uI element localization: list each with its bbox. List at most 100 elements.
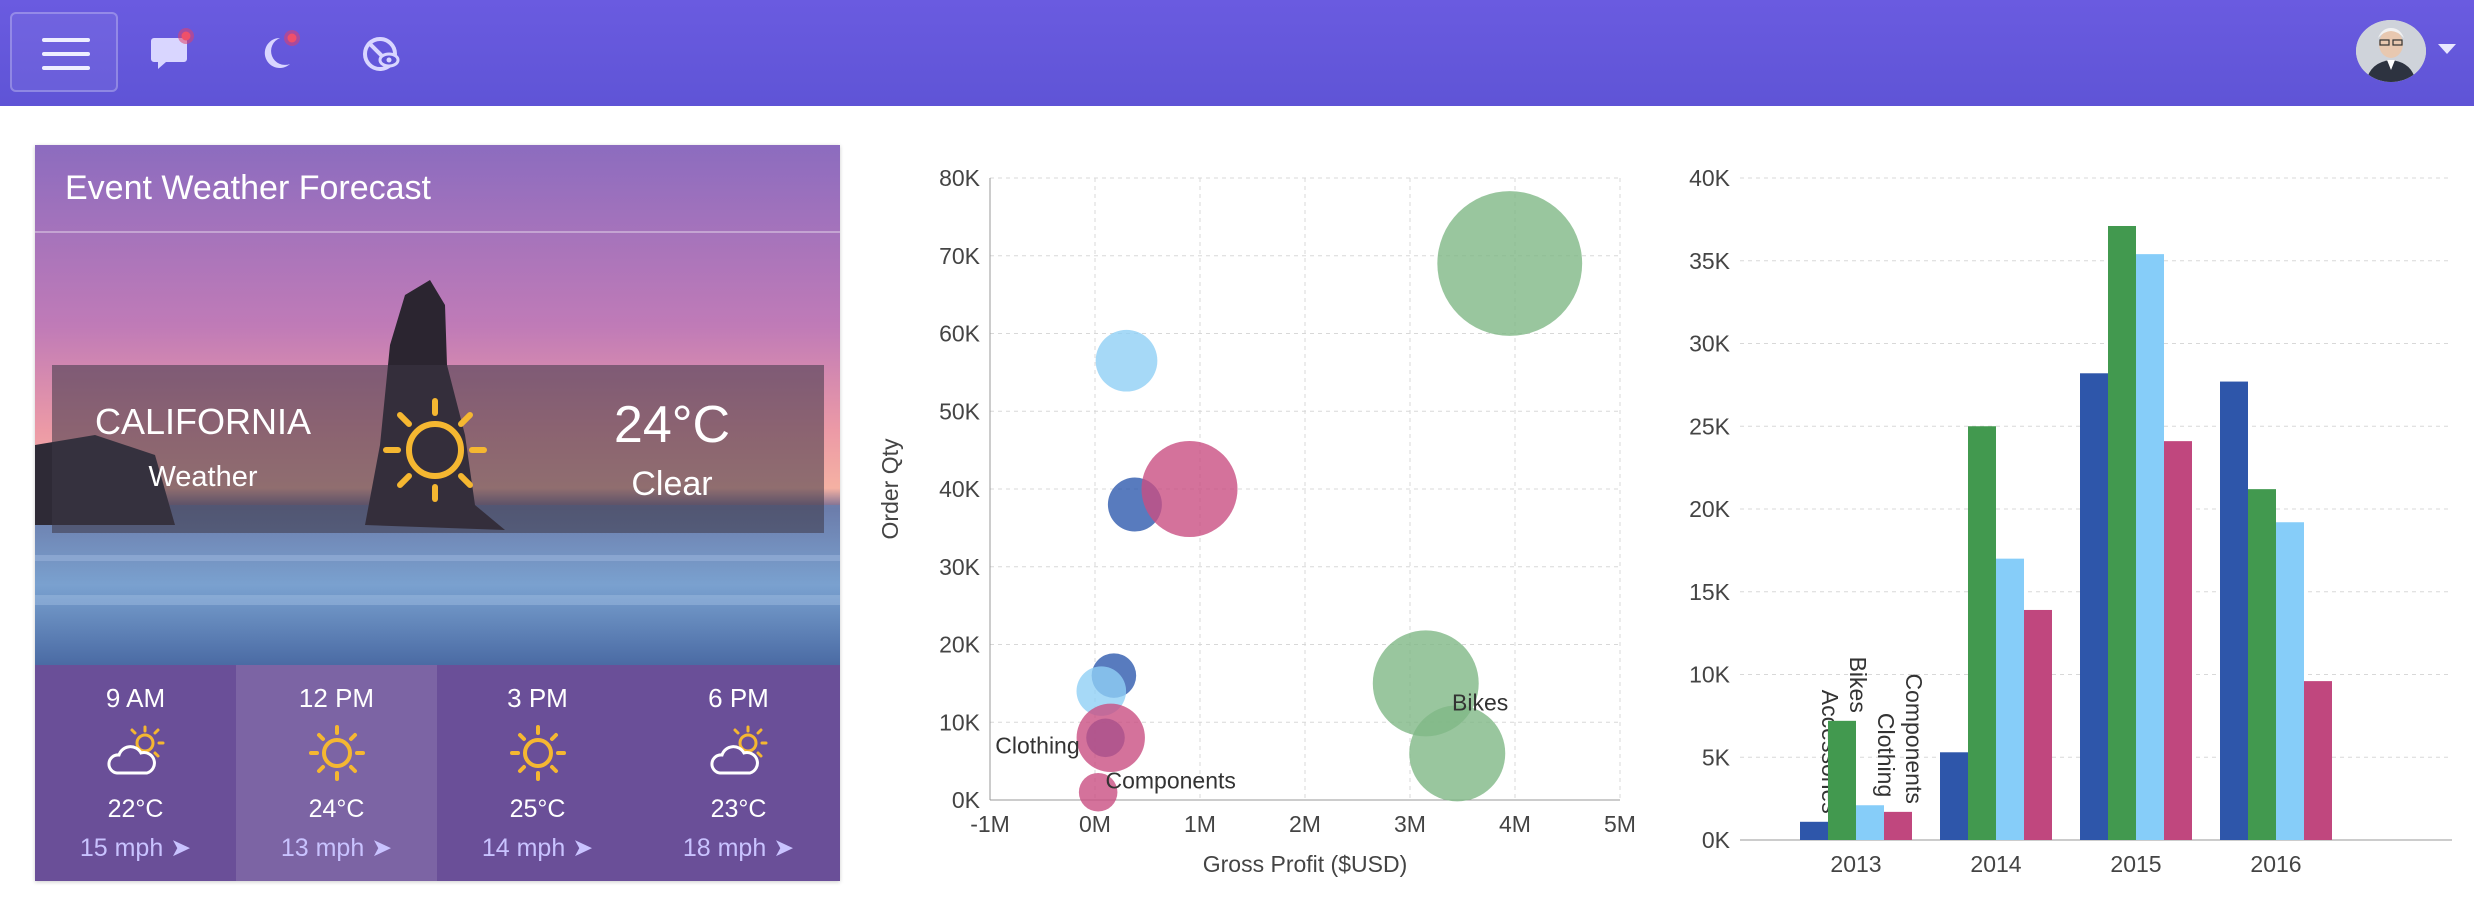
user-avatar[interactable] [2356,20,2426,82]
x-tick-label: -1M [970,811,1010,837]
bar-chart: 0K5K10K15K20K25K30K35K40KAccessoriesBike… [1689,165,2452,877]
x-tick-label: 2M [1289,811,1321,837]
wind-arrow-icon: ➤ [170,834,192,862]
forecast-item: 3 PM 25°C 14 mph ➤ [437,665,638,881]
forecast-temperature: 23°C [710,795,767,823]
series-label: Bikes [1845,657,1871,713]
x-tick-label: 5M [1604,811,1636,837]
x-axis-label: Gross Profit ($USD) [1203,851,1407,877]
wind-speed: 14 mph [481,834,566,862]
forecast-item: 12 PM 24°C 13 mph ➤ [236,665,437,881]
y-tick-label: 25K [1689,413,1731,439]
bar [2164,441,2192,840]
forecast-temperature: 25°C [509,795,566,823]
top-bar [0,0,2474,106]
x-tick-label: 1M [1184,811,1216,837]
bar [2248,489,2276,840]
chat-icon[interactable] [148,26,200,78]
bubble-point [1437,191,1583,336]
forecast-time: 12 PM [298,683,375,713]
series-label: Components [1901,673,1927,803]
eye-off-icon[interactable] [356,26,408,78]
wind-speed: 15 mph [79,834,164,862]
x-tick-label: 2013 [1830,851,1881,877]
x-tick-label: 2014 [1970,851,2021,877]
forecast-item: 6 PM 23°C 18 mph ➤ [638,665,839,881]
bar [2304,681,2332,840]
x-tick-label: 4M [1499,811,1531,837]
current-weather-panel: CALIFORNIA Weather 24°C Clear [52,365,824,533]
y-tick-label: 40K [939,476,981,502]
weather-card-title: Event Weather Forecast [65,169,431,207]
menu-button[interactable] [10,12,118,92]
forecast-time: 6 PM [708,683,769,713]
bar [1968,426,1996,840]
y-tick-label: 40K [1689,165,1731,191]
bar [1800,821,1828,840]
current-temperature: 24°C [613,396,731,454]
data-annotation: Components [1106,767,1236,793]
x-tick-label: 2016 [2250,851,2301,877]
bar [1856,805,1884,840]
forecast-wind: 18 mph ➤ [638,833,839,863]
bar [1828,720,1856,840]
location-name: CALIFORNIA [94,401,312,442]
avatar-dropdown-caret[interactable] [2438,44,2456,54]
wind-arrow-icon: ➤ [371,834,393,862]
y-tick-label: 10K [1689,662,1731,688]
sun-icon [383,398,487,502]
bubble-point [1409,705,1506,802]
location-subtitle: Weather [148,461,258,493]
bar [2276,522,2304,840]
y-axis-label: Order Qty [877,438,903,539]
weather-card: Event Weather Forecast CALIFORNIA Weathe… [35,145,840,881]
bubble-point [1095,329,1158,392]
current-condition: Clear [631,465,713,503]
series-label: Clothing [1873,713,1899,797]
wind-arrow-icon: ➤ [572,834,594,862]
bar [1884,811,1912,840]
bar [2220,381,2248,840]
y-tick-label: 0K [952,787,981,813]
y-tick-label: 70K [939,243,981,269]
partly-cloudy-icon [710,725,768,775]
y-tick-label: 20K [939,632,981,658]
wind-speed: 13 mph [280,834,365,862]
partly-cloudy-icon [107,725,165,775]
sun-icon [309,725,365,781]
moon-icon[interactable] [252,26,304,78]
y-tick-label: 15K [1689,579,1731,605]
y-tick-label: 50K [939,398,981,424]
y-tick-label: 80K [939,165,981,191]
x-tick-label: 3M [1394,811,1426,837]
y-tick-label: 60K [939,321,981,347]
y-tick-label: 30K [1689,331,1731,357]
bar [2024,609,2052,840]
forecast-wind: 15 mph ➤ [35,833,236,863]
bubble-point [1076,703,1145,772]
data-annotation: Bikes [1452,690,1508,716]
bubble-chart: -1M 0M 1M 2M 3M 4M 5M 0K 10K 20K 30K 40K 50K 60K 70K 80… [877,165,1636,877]
forecast-temperature: 24°C [308,795,365,823]
menu-icon-line [42,52,90,56]
y-tick-label: 35K [1689,248,1731,274]
y-tick-label: 0K [1702,827,1731,853]
bubble-point [1141,441,1238,537]
wind-arrow-icon: ➤ [773,834,795,862]
menu-icon-line [42,66,90,70]
bar [1996,558,2024,840]
bar [2136,254,2164,840]
title-divider [35,231,840,233]
y-tick-label: 30K [939,554,981,580]
forecast-temperature: 22°C [107,795,164,823]
wind-speed: 18 mph [682,834,767,862]
x-tick-label: 2015 [2110,851,2161,877]
y-tick-label: 20K [1689,496,1731,522]
y-tick-label: 5K [1702,744,1731,770]
bar [2080,373,2108,840]
forecast-time: 9 AM [105,683,166,713]
menu-icon [42,38,90,42]
hourly-forecast: 9 AM 22°C 15 mph ➤ 12 PM 24°C 13 mph ➤ 3… [35,665,840,881]
bar [2108,225,2136,840]
y-tick-label: 10K [939,709,981,735]
